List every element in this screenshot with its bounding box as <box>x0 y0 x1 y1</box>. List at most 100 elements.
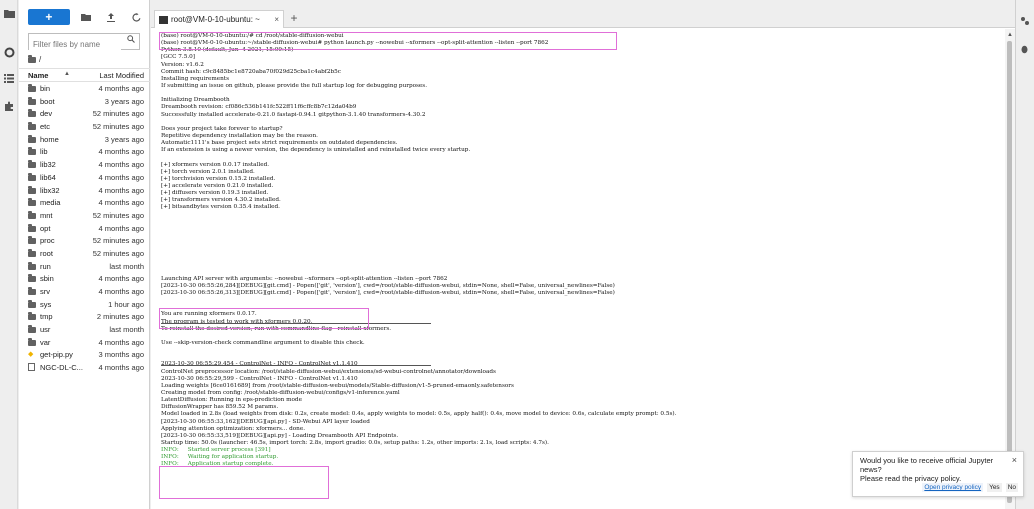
file-list-item[interactable]: media 4 months ago <box>19 196 150 209</box>
upload-icon[interactable] <box>103 9 120 25</box>
scroll-up-icon[interactable]: ▲ <box>1007 32 1013 38</box>
file-name: media <box>40 198 61 208</box>
file-list-item[interactable]: var 4 months ago <box>19 336 150 349</box>
python-file-icon: ◆ <box>28 351 34 359</box>
file-list-item[interactable]: bin 4 months ago <box>19 82 150 95</box>
file-modified: last month <box>109 325 144 335</box>
scrollbar-thumb[interactable] <box>1007 41 1012 503</box>
folder-icon <box>28 134 36 143</box>
file-list-item[interactable]: home 3 years ago <box>19 133 150 146</box>
file-list-item[interactable]: opt 4 months ago <box>19 222 150 235</box>
terminal-output[interactable]: (base) root@VM-0-10-ubuntu:/# cd /root/s… <box>151 29 1005 509</box>
file-list-item[interactable]: boot 3 years ago <box>19 95 150 108</box>
property-inspector-icon[interactable] <box>1020 16 1030 29</box>
notification-message: Would you like to receive official Jupyt… <box>860 456 994 474</box>
file-list-item[interactable]: etc 52 minutes ago <box>19 120 150 133</box>
refresh-icon[interactable] <box>128 9 145 25</box>
terminal-line: Use --skip-version-check commandline arg… <box>161 340 365 347</box>
folder-icon <box>28 122 36 131</box>
file-list-item[interactable]: tmp 2 minutes ago <box>19 310 150 323</box>
file-list-item[interactable]: lib32 4 months ago <box>19 158 150 171</box>
file-name: tmp <box>40 312 53 322</box>
tab-terminal[interactable]: root@VM-0-10-ubuntu: ~ × <box>154 10 284 28</box>
yes-button[interactable]: Yes <box>987 483 1002 492</box>
add-tab-button[interactable]: + <box>288 11 300 25</box>
terminal-line: [+] torchvision version 0.15.2 installed… <box>161 175 276 182</box>
file-name: get-pip.py <box>40 350 73 360</box>
file-name: mnt <box>40 210 53 220</box>
terminal-line: [2023-10-30 06:55:33,162][DEBUG][api.py]… <box>161 418 370 425</box>
terminal-scrollbar[interactable]: ▲ <box>1005 29 1015 509</box>
debugger-icon[interactable] <box>1020 44 1029 57</box>
search-icon <box>127 35 135 45</box>
file-modified: 4 months ago <box>98 287 144 296</box>
file-list-item[interactable]: libx32 4 months ago <box>19 184 150 197</box>
breadcrumb-path: / <box>39 55 42 64</box>
file-list-item[interactable]: root 52 minutes ago <box>19 247 150 260</box>
terminal-divider <box>161 365 431 366</box>
terminal-line: Loading weights [6ce0161689] from /root/… <box>161 382 514 389</box>
file-list-item[interactable]: sbin 4 months ago <box>19 272 150 285</box>
sort-ascending-icon[interactable]: ▲ <box>64 71 70 77</box>
new-folder-icon[interactable] <box>78 9 95 25</box>
running-icon[interactable] <box>3 46 15 58</box>
terminal-line: If an extension is using a newer version… <box>161 147 471 154</box>
left-activity-bar <box>0 0 18 509</box>
extension-icon[interactable] <box>3 100 15 112</box>
file-modified: 4 months ago <box>98 185 144 195</box>
file-modified: 4 months ago <box>98 223 144 233</box>
folder-icon[interactable] <box>3 7 15 19</box>
file-list-item[interactable]: NGC-DL-C... 4 months ago <box>19 361 150 374</box>
file-icon <box>28 363 35 372</box>
terminal-line: Successfully installed accelerate-0.21.0… <box>161 111 426 118</box>
terminal-line: Startup time: 50.0s (launcher: 46.5s, im… <box>161 440 549 447</box>
file-list-item[interactable]: ◆ get-pip.py 3 months ago <box>19 348 150 361</box>
file-list-item[interactable]: mnt 52 minutes ago <box>19 209 150 222</box>
folder-icon <box>28 236 36 245</box>
notification-actions: Open privacy policy Yes No <box>922 483 1018 492</box>
file-list-item[interactable]: lib 4 months ago <box>19 145 150 158</box>
file-list-item[interactable]: run last month <box>19 260 150 273</box>
file-list-item[interactable]: lib64 4 months ago <box>19 171 150 184</box>
file-name: dev <box>40 109 53 119</box>
file-name: sbin <box>40 274 54 284</box>
notification-toast: Would you like to receive official Jupyt… <box>852 451 1024 497</box>
file-list-item[interactable]: proc 52 minutes ago <box>19 234 150 247</box>
file-list-item[interactable]: usr last month <box>19 323 150 336</box>
close-icon[interactable]: × <box>1012 455 1017 465</box>
open-privacy-policy-button[interactable]: Open privacy policy <box>922 483 984 492</box>
no-button[interactable]: No <box>1005 483 1018 492</box>
file-name: usr <box>40 325 51 335</box>
terminal-line: Initializing Dreambooth <box>161 97 230 104</box>
terminal-line: Model loaded in 2.8s (load weights from … <box>161 411 677 418</box>
commands-icon[interactable] <box>3 72 15 84</box>
main-area: root@VM-0-10-ubuntu: ~ × + (base) root@V… <box>151 0 1015 509</box>
terminal-line: Creating model from config: /root/stable… <box>161 390 400 397</box>
file-filter-input[interactable] <box>29 37 121 52</box>
file-name: proc <box>40 236 55 246</box>
folder-icon <box>28 109 36 118</box>
file-list-item[interactable]: srv 4 months ago <box>19 285 150 298</box>
file-name: lib <box>40 147 48 157</box>
breadcrumb[interactable]: / <box>28 54 42 64</box>
file-list-item[interactable]: sys 1 hour ago <box>19 298 150 311</box>
folder-icon <box>28 198 36 207</box>
close-icon[interactable]: × <box>274 15 279 24</box>
folder-icon <box>28 96 36 105</box>
terminal-line: [+] diffusers version 0.19.3 installed. <box>161 190 269 197</box>
file-modified: 4 months ago <box>98 84 144 93</box>
file-list-item[interactable]: dev 52 minutes ago <box>19 107 150 120</box>
folder-icon <box>28 172 36 181</box>
new-launcher-button[interactable]: + <box>28 9 70 25</box>
column-name-header[interactable]: Name <box>28 71 48 80</box>
column-modified-header[interactable]: Last Modified <box>99 71 144 80</box>
terminal-lines: (base) root@VM-0-10-ubuntu:/# cd /root/s… <box>161 33 676 469</box>
terminal-line: [+] transformers version 4.30.2 installe… <box>161 197 281 204</box>
file-name: opt <box>40 223 51 233</box>
terminal-line: [+] accelerate version 0.21.0 installed. <box>161 182 274 189</box>
